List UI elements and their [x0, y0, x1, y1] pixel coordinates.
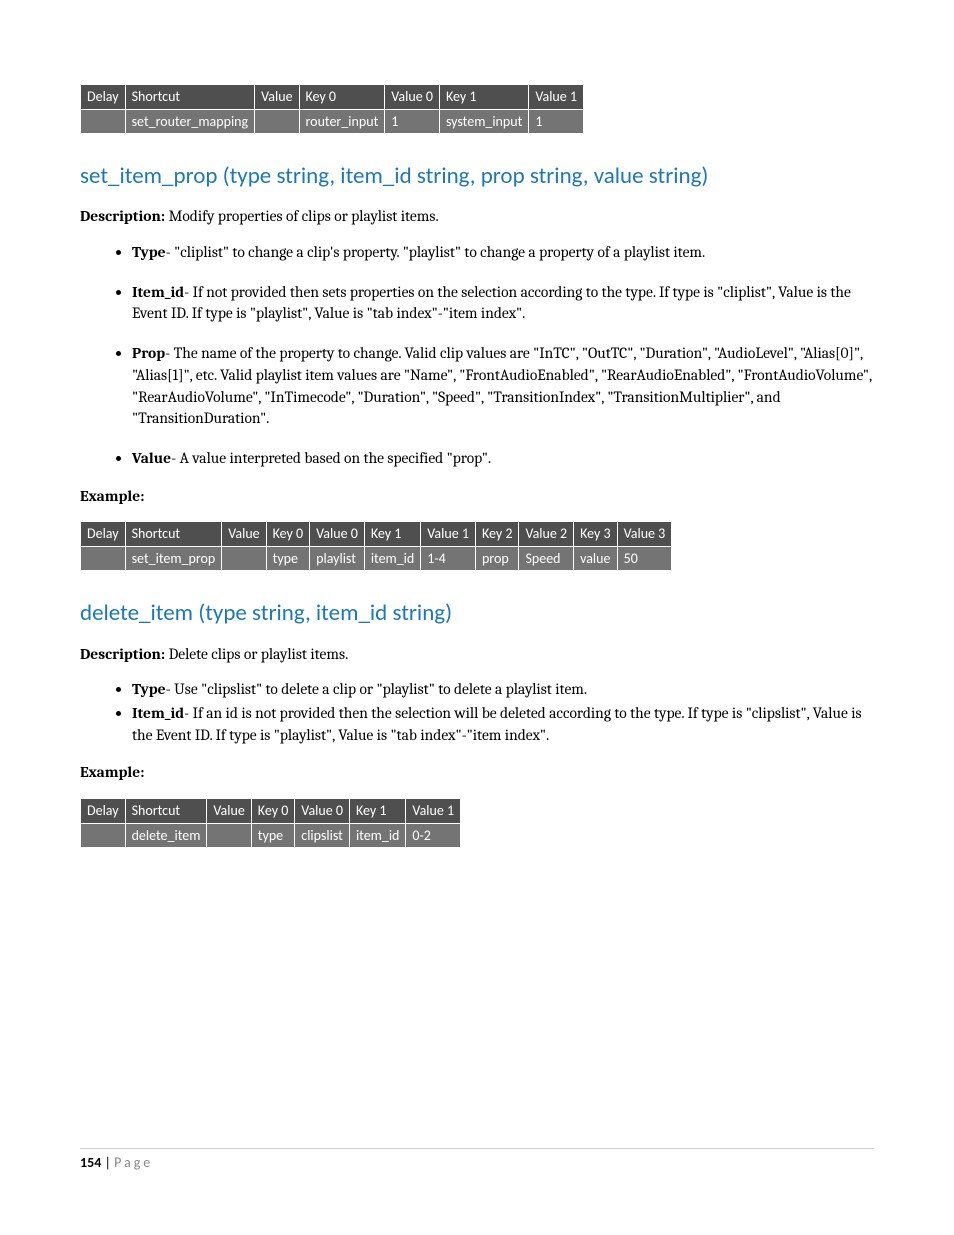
th: Value: [207, 799, 251, 824]
param-list: Type- Use "clipslist" to delete a clip o…: [80, 679, 874, 746]
param-list: Type- "cliplist" to change a clip's prop…: [80, 242, 874, 470]
param-text: - "cliplist" to change a clip's property…: [166, 243, 706, 261]
td: type: [266, 546, 310, 571]
td: Speed: [519, 546, 574, 571]
td: [81, 546, 126, 571]
td: router_input: [299, 109, 385, 134]
td: 1: [529, 109, 584, 134]
heading-set-item-prop: set_item_prop (type string, item_id stri…: [80, 160, 874, 192]
th: Shortcut: [125, 799, 207, 824]
param-name: Value: [132, 449, 171, 467]
example-label: Example:: [80, 762, 874, 784]
heading-delete-item: delete_item (type string, item_id string…: [80, 597, 874, 629]
description-text: Modify properties of clips or playlist i…: [165, 207, 438, 225]
th: Value 0: [310, 522, 365, 547]
description: Description: Delete clips or playlist it…: [80, 644, 874, 666]
list-item: Item_id- If an id is not provided then t…: [132, 703, 874, 746]
td: 0-2: [406, 823, 461, 848]
footer-word: Page: [114, 1154, 153, 1171]
td: clipslist: [295, 823, 350, 848]
td: [207, 823, 251, 848]
th: Delay: [81, 85, 126, 110]
description-label: Description:: [80, 645, 165, 663]
example-table-delete-item: Delay Shortcut Value Key 0 Value 0 Key 1…: [80, 798, 461, 848]
example-table-router: Delay Shortcut Value Key 0 Value 0 Key 1…: [80, 84, 584, 134]
param-text: - If an id is not provided then the sele…: [132, 704, 862, 744]
th: Delay: [81, 799, 126, 824]
param-name: Item_id: [132, 704, 184, 722]
table-row: set_router_mapping router_input 1 system…: [81, 109, 584, 134]
th: Value 0: [385, 85, 440, 110]
list-item: Value- A value interpreted based on the …: [132, 448, 874, 470]
th: Value 1: [529, 85, 584, 110]
th: Value 1: [421, 522, 476, 547]
example-table-set-item-prop: Delay Shortcut Value Key 0 Value 0 Key 1…: [80, 521, 672, 571]
th: Value: [255, 85, 299, 110]
td: 50: [617, 546, 672, 571]
list-item: Type- "cliplist" to change a clip's prop…: [132, 242, 874, 264]
td: delete_item: [125, 823, 207, 848]
example-label: Example:: [80, 486, 874, 508]
param-text: - If not provided then sets properties o…: [132, 283, 851, 323]
td: [81, 823, 126, 848]
page-number: 154: [80, 1154, 101, 1171]
th: Key 1: [439, 85, 528, 110]
list-item: Item_id- If not provided then sets prope…: [132, 282, 874, 325]
td: item_id: [349, 823, 405, 848]
td: type: [251, 823, 295, 848]
th: Value 2: [519, 522, 574, 547]
param-name: Prop: [132, 344, 165, 362]
td: [222, 546, 266, 571]
list-item: Type- Use "clipslist" to delete a clip o…: [132, 679, 874, 701]
description: Description: Modify properties of clips …: [80, 206, 874, 228]
th: Key 0: [251, 799, 295, 824]
td: 1-4: [421, 546, 476, 571]
th: Key 0: [266, 522, 310, 547]
th: Key 1: [364, 522, 420, 547]
th: Value: [222, 522, 266, 547]
th: Key 1: [349, 799, 405, 824]
list-item: Prop- The name of the property to change…: [132, 343, 874, 430]
td: set_item_prop: [125, 546, 222, 571]
footer-sep: |: [101, 1154, 114, 1171]
th: Value 1: [406, 799, 461, 824]
table-row: set_item_prop type playlist item_id 1-4 …: [81, 546, 672, 571]
th: Value 0: [295, 799, 350, 824]
th: Key 3: [574, 522, 618, 547]
td: [255, 109, 299, 134]
th: Key 0: [299, 85, 385, 110]
param-text: - The name of the property to change. Va…: [132, 344, 872, 427]
td: system_input: [439, 109, 528, 134]
td: 1: [385, 109, 440, 134]
param-text: - Use "clipslist" to delete a clip or "p…: [166, 680, 587, 698]
td: playlist: [310, 546, 365, 571]
description-text: Delete clips or playlist items.: [165, 645, 348, 663]
td: item_id: [364, 546, 420, 571]
th: Delay: [81, 522, 126, 547]
page-footer: 154 | Page: [80, 1148, 874, 1173]
td: [81, 109, 126, 134]
th: Shortcut: [125, 85, 255, 110]
td: prop: [475, 546, 519, 571]
table-row: delete_item type clipslist item_id 0-2: [81, 823, 461, 848]
param-name: Type: [132, 680, 166, 698]
td: value: [574, 546, 618, 571]
td: set_router_mapping: [125, 109, 255, 134]
param-text: - A value interpreted based on the speci…: [171, 449, 491, 467]
description-label: Description:: [80, 207, 165, 225]
th: Value 3: [617, 522, 672, 547]
th: Key 2: [475, 522, 519, 547]
param-name: Type: [132, 243, 166, 261]
param-name: Item_id: [132, 283, 184, 301]
th: Shortcut: [125, 522, 222, 547]
